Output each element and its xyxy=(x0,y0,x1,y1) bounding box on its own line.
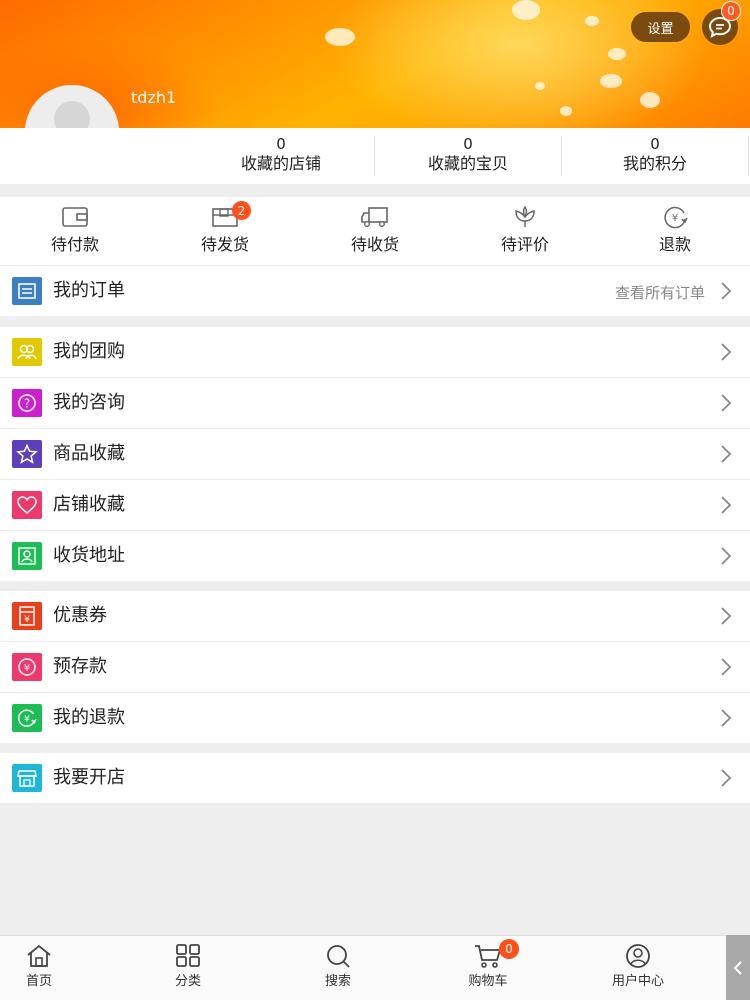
order-status-bar: 待付款 待发货 待收货 待评价 ¥ 退款 xyxy=(0,197,750,265)
chevron-right-icon xyxy=(721,769,732,787)
refund-icon: ¥ xyxy=(664,206,688,229)
menu-item-product-favorites[interactable]: 商品收藏 xyxy=(0,429,750,479)
chevron-left-icon xyxy=(733,960,742,975)
order-status-pending-payment[interactable]: 待付款 xyxy=(0,205,150,255)
bottom-tab-bar: 首页 分类 搜索 购物车 用户中心 xyxy=(0,935,750,1000)
menu-item-label: 收货地址 xyxy=(53,545,125,566)
coupon-icon: ¥ xyxy=(12,602,42,630)
search-icon xyxy=(327,945,350,968)
tab-label: 首页 xyxy=(25,974,52,989)
menu-item-label: 我的退款 xyxy=(53,707,125,728)
side-panel-toggle[interactable] xyxy=(726,935,750,1000)
chevron-right-icon xyxy=(721,343,732,361)
order-status-pending-shipment[interactable]: 待发货 xyxy=(150,205,300,255)
svg-text:¥: ¥ xyxy=(24,715,30,725)
stat-points[interactable]: 0 我的积分 xyxy=(561,134,749,174)
svg-text:¥: ¥ xyxy=(672,213,678,224)
store-icon xyxy=(12,764,42,792)
settings-button[interactable]: 设置 xyxy=(631,12,690,42)
view-all-orders-link[interactable]: 查看所有订单 xyxy=(615,282,705,303)
tab-user-center[interactable]: 用户中心 xyxy=(583,943,693,989)
order-status-label: 待评价 xyxy=(500,235,549,254)
menu-item-my-refunds[interactable]: ¥ 我的退款 xyxy=(0,693,750,743)
stat-label: 我的积分 xyxy=(622,154,687,173)
tab-search[interactable]: 搜索 xyxy=(283,943,393,989)
my-orders-row[interactable]: 我的订单 查看所有订单 xyxy=(0,266,750,316)
truck-icon xyxy=(361,207,388,228)
svg-text:?: ? xyxy=(24,397,30,411)
tab-label: 搜索 xyxy=(324,974,351,989)
menu-item-label: 我要开店 xyxy=(53,767,125,788)
order-status-label: 待收货 xyxy=(350,235,399,254)
stat-label: 收藏的宝贝 xyxy=(427,154,508,173)
menu-item-store-favorites[interactable]: 店铺收藏 xyxy=(0,480,750,530)
deposit-icon: ¥ xyxy=(12,653,42,681)
svg-text:¥: ¥ xyxy=(24,663,30,674)
chevron-right-icon xyxy=(721,394,732,412)
pending-shipment-count-badge: 2 xyxy=(232,201,251,220)
menu-item-label: 优惠券 xyxy=(53,605,107,626)
order-status-refund[interactable]: ¥ 退款 xyxy=(600,205,750,255)
cart-count-badge: 0 xyxy=(499,939,519,959)
orders-list-icon xyxy=(12,277,42,305)
home-icon xyxy=(27,944,51,967)
chevron-right-icon xyxy=(721,282,732,300)
my-orders-label: 我的订单 xyxy=(53,280,125,301)
svg-text:¥: ¥ xyxy=(24,615,30,625)
tab-cart[interactable]: 购物车 xyxy=(433,943,543,989)
tab-categories[interactable]: 分类 xyxy=(133,943,243,989)
grid-icon xyxy=(176,944,200,967)
chevron-right-icon xyxy=(721,445,732,463)
menu-item-group-buy[interactable]: 我的团购 xyxy=(0,327,750,377)
flower-icon xyxy=(515,205,535,227)
stat-value: 0 xyxy=(276,135,286,153)
stat-favorite-items[interactable]: 0 收藏的宝贝 xyxy=(374,134,562,174)
message-count-badge: 0 xyxy=(721,1,741,21)
address-icon xyxy=(12,542,42,570)
user-icon xyxy=(626,944,650,968)
chevron-right-icon xyxy=(721,607,732,625)
order-status-pending-review[interactable]: 待评价 xyxy=(450,205,600,255)
menu-item-label: 预存款 xyxy=(53,656,107,677)
question-icon: ? xyxy=(12,389,42,417)
menu-item-coupons[interactable]: ¥ 优惠券 xyxy=(0,591,750,641)
tab-home[interactable]: 首页 xyxy=(0,943,94,989)
stats-bar: 0 收藏的店铺 0 收藏的宝贝 0 我的积分 xyxy=(0,128,750,184)
my-refund-icon: ¥ xyxy=(12,704,42,732)
chevron-right-icon xyxy=(721,658,732,676)
menu-item-label: 我的团购 xyxy=(53,341,125,362)
menu-item-shipping-address[interactable]: 收货地址 xyxy=(0,531,750,581)
stat-value: 0 xyxy=(463,135,473,153)
order-status-pending-receipt[interactable]: 待收货 xyxy=(300,205,450,255)
menu-item-consultation[interactable]: ? 我的咨询 xyxy=(0,378,750,428)
tab-label: 分类 xyxy=(174,974,201,989)
username: tdzh1 xyxy=(131,88,177,107)
heart-icon xyxy=(12,491,42,519)
menu-item-label: 商品收藏 xyxy=(53,443,125,464)
chevron-right-icon xyxy=(721,496,732,514)
menu-item-label: 店铺收藏 xyxy=(53,494,125,515)
menu-item-label: 我的咨询 xyxy=(53,392,125,413)
wallet-icon xyxy=(62,207,88,227)
group-buy-icon xyxy=(12,338,42,366)
stat-favorite-shops[interactable]: 0 收藏的店铺 xyxy=(187,134,375,174)
star-icon xyxy=(12,440,42,468)
chevron-right-icon xyxy=(721,547,732,565)
order-status-label: 待发货 xyxy=(200,235,249,254)
order-status-label: 退款 xyxy=(658,235,691,254)
menu-item-open-store[interactable]: 我要开店 xyxy=(0,753,750,803)
menu-item-prepaid-deposit[interactable]: ¥ 预存款 xyxy=(0,642,750,692)
tab-label: 用户中心 xyxy=(611,974,664,989)
order-status-label: 待付款 xyxy=(50,235,99,254)
stat-value: 0 xyxy=(650,135,660,153)
stat-label: 收藏的店铺 xyxy=(240,154,321,173)
chevron-right-icon xyxy=(721,709,732,727)
tab-label: 购物车 xyxy=(468,974,508,989)
